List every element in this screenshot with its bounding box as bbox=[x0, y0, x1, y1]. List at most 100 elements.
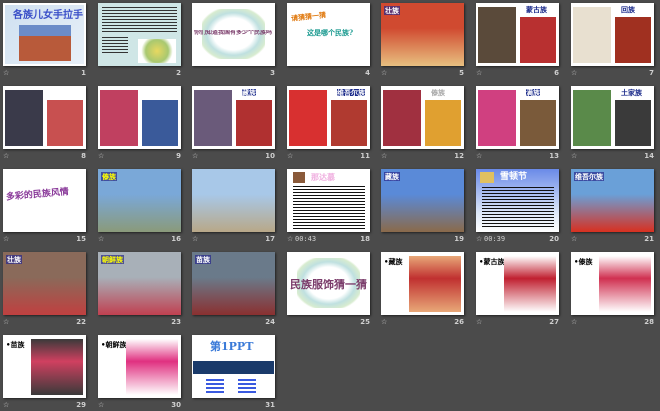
photo bbox=[409, 256, 461, 312]
slide-thumbnail[interactable]: 苗族 bbox=[192, 252, 275, 315]
china-map bbox=[138, 39, 176, 63]
slide-label: ☆ 12 bbox=[381, 152, 464, 162]
slide-thumbnail[interactable]: 请猜猜一猜 这是哪个民族? bbox=[287, 3, 370, 66]
slide-thumbnail[interactable]: 藏族 bbox=[192, 86, 275, 149]
slide-transition-icon[interactable]: ☆ bbox=[3, 318, 9, 326]
slide-thumbnail[interactable]: 维吾尔族 bbox=[571, 169, 654, 232]
slide-transition-icon[interactable]: ☆ bbox=[3, 69, 9, 77]
slide-label: 25 bbox=[287, 318, 370, 328]
slide-title: 壮族 bbox=[384, 6, 400, 15]
slide-transition-icon[interactable]: ☆ bbox=[571, 69, 577, 77]
slide-transition-icon[interactable]: ☆ bbox=[476, 235, 482, 243]
slide-transition-icon[interactable]: ☆ bbox=[192, 235, 198, 243]
photo bbox=[126, 339, 178, 395]
slide-thumbnail[interactable]: 维吾尔族 bbox=[287, 86, 370, 149]
photo bbox=[504, 256, 556, 312]
slide-transition-icon[interactable]: ☆ bbox=[3, 401, 9, 409]
slide-number: 2 bbox=[176, 69, 181, 77]
slide-label: 19 bbox=[381, 235, 464, 245]
slide-title: 土家族 bbox=[621, 88, 642, 97]
slide-number: 25 bbox=[360, 318, 370, 326]
photo bbox=[236, 100, 272, 146]
slide-thumbnail[interactable] bbox=[98, 86, 181, 149]
slide-thumbnail[interactable]: 多彩的民族风情 bbox=[3, 169, 86, 232]
slide-transition-icon[interactable]: ☆ bbox=[476, 152, 482, 160]
slide-transition-icon[interactable]: ☆ bbox=[98, 401, 104, 409]
photo bbox=[383, 90, 421, 146]
slide-transition-icon[interactable]: ☆ bbox=[571, 152, 577, 160]
slide-thumbnail[interactable]: 土家族 bbox=[571, 86, 654, 149]
slide-thumbnail[interactable]: 傣族 bbox=[381, 86, 464, 149]
slide-thumbnail[interactable] bbox=[3, 86, 86, 149]
slide-label: 24 bbox=[192, 318, 275, 328]
photo bbox=[520, 100, 556, 146]
slide-thumbnail[interactable]: 回族 bbox=[571, 3, 654, 66]
slide-title: 第1PPT bbox=[210, 340, 254, 353]
photo bbox=[100, 90, 138, 146]
slide-thumbnail[interactable]: 第1PPT bbox=[192, 335, 275, 398]
slide-number: 9 bbox=[176, 152, 181, 160]
slide-transition-icon[interactable]: ☆ bbox=[3, 235, 9, 243]
slide-transition-icon[interactable]: ☆ bbox=[381, 152, 387, 160]
slide-thumbnail[interactable]: 那达慕 bbox=[287, 169, 370, 232]
slide-number: 19 bbox=[454, 235, 464, 243]
slide-transition-icon[interactable]: ☆ bbox=[381, 69, 387, 77]
text-block bbox=[482, 187, 554, 227]
slide-thumbnail[interactable]: 蒙古族 bbox=[476, 3, 559, 66]
slide-number: 27 bbox=[549, 318, 559, 326]
slide-thumbnail[interactable]: 各族儿女手拉手 bbox=[3, 3, 86, 66]
slide-thumbnail[interactable]: 满族 bbox=[476, 86, 559, 149]
text-block bbox=[102, 7, 177, 33]
slide-thumbnail[interactable]: 你们知道我国有多少个民族吗？ bbox=[192, 3, 275, 66]
photo bbox=[331, 100, 367, 146]
text-block bbox=[102, 37, 128, 53]
slide-number: 4 bbox=[365, 69, 370, 77]
slide-transition-icon[interactable]: ☆ bbox=[571, 235, 577, 243]
slide-number: 13 bbox=[549, 152, 559, 160]
slide-transition-icon[interactable]: ☆ bbox=[287, 152, 293, 160]
text-block bbox=[206, 379, 224, 393]
slide-thumbnail[interactable]: •朝鲜族 bbox=[98, 335, 181, 398]
photo bbox=[289, 90, 327, 146]
slide-thumbnail[interactable]: 壮族 bbox=[381, 3, 464, 66]
slide-thumbnail[interactable] bbox=[98, 3, 181, 66]
slide-thumbnail[interactable]: 民族服饰猜一猜 bbox=[287, 252, 370, 315]
slide-timing: 00:43 bbox=[295, 235, 317, 243]
slide-transition-icon[interactable]: ☆ bbox=[476, 69, 482, 77]
slide-transition-icon[interactable]: ☆ bbox=[192, 152, 198, 160]
slide-number: 22 bbox=[76, 318, 86, 326]
photo bbox=[478, 7, 516, 63]
slide-thumbnail[interactable]: •藏族 bbox=[381, 252, 464, 315]
slide-thumbnail[interactable]: 雪顿节 bbox=[476, 169, 559, 232]
slide-number: 12 bbox=[454, 152, 464, 160]
slide-number: 3 bbox=[270, 69, 275, 77]
photo bbox=[480, 172, 494, 183]
slide-thumbnail[interactable]: 壮族 bbox=[3, 252, 86, 315]
slide-transition-icon[interactable]: ☆ bbox=[3, 152, 9, 160]
slide-transition-icon[interactable]: ☆ bbox=[571, 318, 577, 326]
slide-number: 29 bbox=[76, 401, 86, 409]
slide-thumbnail[interactable]: 傣族 bbox=[98, 169, 181, 232]
slide-title: 回族 bbox=[621, 5, 635, 14]
slide-title: 各族儿女手拉手 bbox=[13, 10, 83, 21]
slide-thumbnail[interactable]: •傣族 bbox=[571, 252, 654, 315]
slide-transition-icon[interactable]: ☆ bbox=[98, 152, 104, 160]
slide-thumbnail[interactable]: •蒙古族 bbox=[476, 252, 559, 315]
slide-number: 21 bbox=[644, 235, 654, 243]
slide-transition-icon[interactable]: ☆ bbox=[476, 318, 482, 326]
photo bbox=[19, 25, 71, 61]
slide-thumbnail[interactable]: 朝鲜族 bbox=[98, 252, 181, 315]
banner bbox=[193, 361, 274, 374]
slide-number: 26 bbox=[454, 318, 464, 326]
slide-number: 15 bbox=[76, 235, 86, 243]
slide-label: ☆ 5 bbox=[381, 69, 464, 79]
slide-thumbnail[interactable]: 藏族 bbox=[381, 169, 464, 232]
slide-transition-icon[interactable]: ☆ bbox=[381, 318, 387, 326]
slide-label: ☆ 28 bbox=[571, 318, 654, 328]
slide-thumbnail[interactable] bbox=[192, 169, 275, 232]
slide-transition-icon[interactable]: ☆ bbox=[98, 235, 104, 243]
slide-transition-icon[interactable]: ☆ bbox=[287, 235, 293, 243]
slide-thumbnail[interactable]: •苗族 bbox=[3, 335, 86, 398]
photo bbox=[573, 90, 611, 146]
slide-label: ☆ 7 bbox=[571, 69, 654, 79]
